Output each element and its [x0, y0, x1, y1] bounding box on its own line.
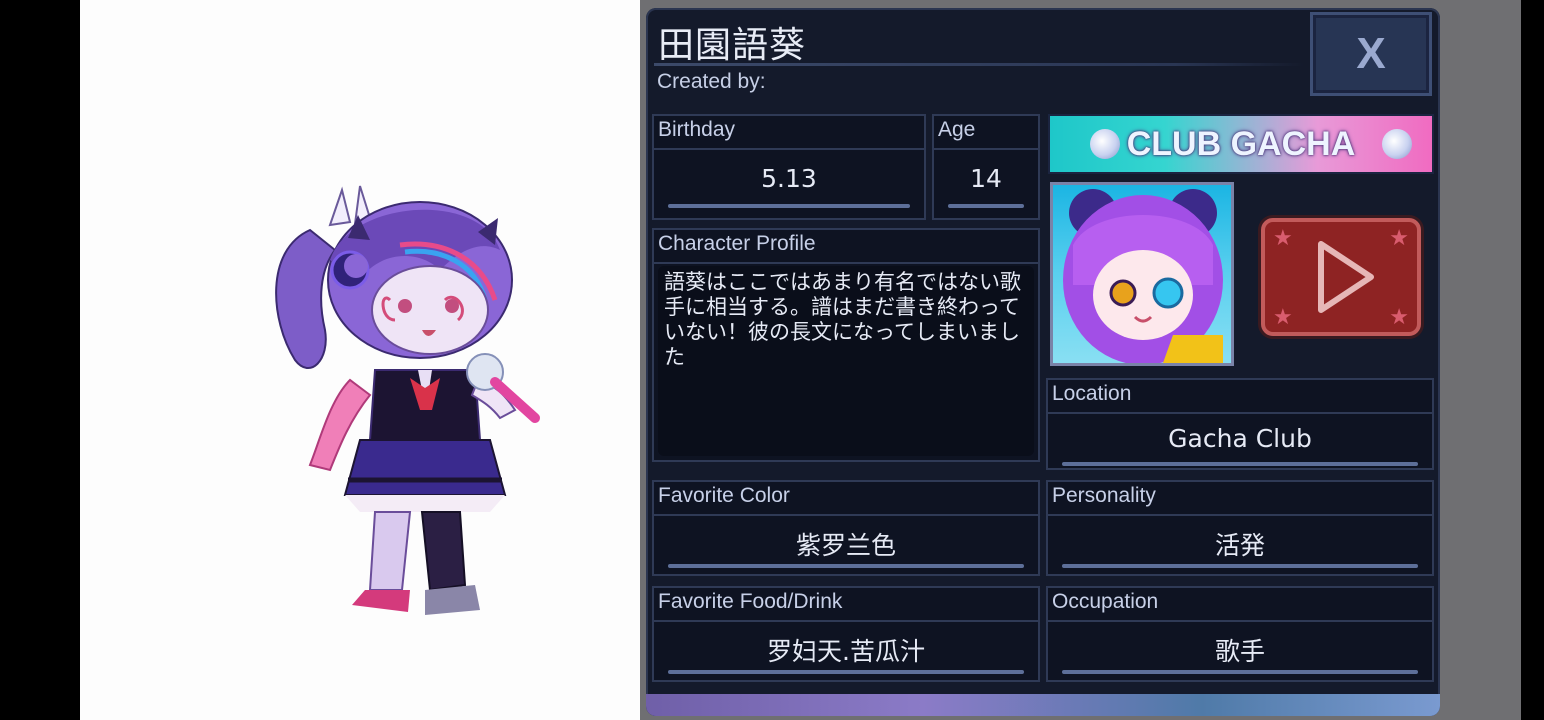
- age-value: 14: [970, 164, 1002, 193]
- profile-label: Character Profile: [658, 232, 816, 255]
- favorite-food-label: Favorite Food/Drink: [658, 590, 843, 613]
- occupation-field[interactable]: Occupation 歌手: [1046, 586, 1434, 682]
- favorite-color-field[interactable]: Favorite Color 紫罗兰色: [652, 480, 1040, 576]
- location-value: Gacha Club: [1168, 424, 1312, 453]
- character-name: 田園語葵: [658, 25, 807, 66]
- value-underline: [1062, 462, 1418, 466]
- club-gacha-banner: CLUB GACHA: [1048, 114, 1434, 174]
- divider: [1048, 620, 1432, 622]
- divider: [654, 620, 1038, 622]
- character-info-card: 田園語葵 Created by: X Birthday 5.13 Age 14 …: [646, 8, 1440, 716]
- created-by-label: Created by:: [657, 70, 766, 93]
- occupation-value: 歌手: [1214, 637, 1265, 666]
- favorite-food-field[interactable]: Favorite Food/Drink 罗妇天.苦瓜汁: [652, 586, 1040, 682]
- character-preview-area: [80, 0, 640, 720]
- location-field[interactable]: Location Gacha Club: [1046, 378, 1434, 470]
- divider: [934, 148, 1038, 150]
- orb-icon: [1090, 129, 1120, 159]
- play-icon: [1318, 241, 1374, 313]
- divider: [654, 514, 1038, 516]
- value-underline: [668, 204, 910, 208]
- personality-field[interactable]: Personality 活発: [1046, 480, 1434, 576]
- birthday-label: Birthday: [658, 118, 736, 141]
- profile-text: 語葵はここではあまり有名ではない歌手に相当する。譜はまだ書き終わっていない！彼の…: [664, 270, 1021, 369]
- character-portrait: [1050, 182, 1234, 366]
- orb-icon: [1382, 129, 1412, 159]
- banner-text: CLUB GACHA: [1126, 124, 1356, 163]
- card-footer-strip: [646, 694, 1440, 716]
- close-button[interactable]: X: [1310, 12, 1432, 96]
- age-field[interactable]: Age 14: [932, 114, 1040, 220]
- divider: [1048, 514, 1432, 516]
- value-underline: [1062, 564, 1418, 568]
- favorite-food-value: 罗妇天.苦瓜汁: [767, 637, 925, 666]
- age-label: Age: [938, 118, 976, 141]
- favorite-color-label: Favorite Color: [658, 484, 790, 507]
- birthday-field[interactable]: Birthday 5.13: [652, 114, 926, 220]
- character-sprite: [275, 185, 540, 615]
- divider: [654, 262, 1038, 264]
- character-profile-field[interactable]: Character Profile 語葵はここではあまり有名ではない歌手に相当す…: [652, 228, 1040, 462]
- divider: [654, 148, 924, 150]
- personality-value: 活発: [1214, 531, 1265, 560]
- close-icon: X: [1356, 29, 1386, 78]
- value-underline: [1062, 670, 1418, 674]
- personality-label: Personality: [1052, 484, 1156, 507]
- value-underline: [668, 564, 1024, 568]
- divider: [1048, 412, 1432, 414]
- value-underline: [668, 670, 1024, 674]
- occupation-label: Occupation: [1052, 590, 1159, 613]
- value-underline: [948, 204, 1024, 208]
- birthday-value: 5.13: [761, 164, 817, 193]
- favorite-color-value: 紫罗兰色: [795, 531, 896, 560]
- location-label: Location: [1052, 382, 1132, 405]
- portrait-image: [1063, 189, 1223, 363]
- title-divider: [654, 63, 1304, 66]
- play-button[interactable]: ★ ★ ★ ★: [1261, 218, 1421, 336]
